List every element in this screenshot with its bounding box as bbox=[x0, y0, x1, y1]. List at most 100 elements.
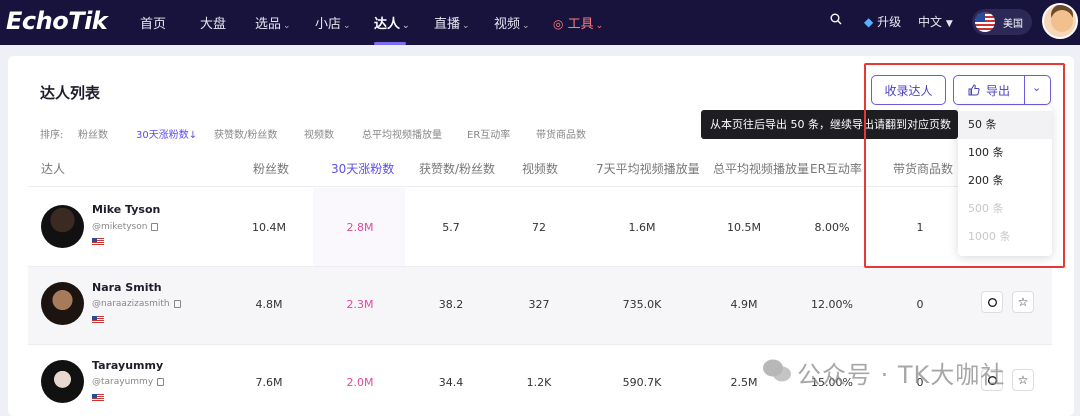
upgrade-label: 升级 bbox=[877, 15, 902, 29]
avatar bbox=[41, 360, 84, 403]
cell-followers: 4.8M bbox=[255, 298, 283, 311]
copy-icon[interactable] bbox=[151, 222, 159, 231]
creator-handle: @tarayummy bbox=[92, 377, 165, 387]
chevron-down-icon: ⌄ bbox=[402, 21, 410, 31]
region-label: 美国 bbox=[1003, 19, 1023, 30]
export-label: 导出 bbox=[986, 83, 1011, 98]
column-header-7d-avg-views[interactable]: 7天平均视频播放量 bbox=[596, 160, 700, 177]
creator-name[interactable]: Mike Tyson bbox=[92, 203, 160, 216]
export-option-200[interactable]: 200 条 bbox=[958, 167, 1052, 195]
creator-name[interactable]: Tarayummy bbox=[92, 359, 163, 372]
nav-item-label: 达人 bbox=[374, 17, 401, 32]
echotik-logo[interactable]: EchoTik bbox=[6, 7, 108, 35]
handle-text: @tarayummy bbox=[92, 377, 154, 387]
nav-item-tools[interactable]: ◎ 工具 ⌄ bbox=[553, 13, 603, 32]
export-count-menu: 50 条 100 条 200 条 500 条 1000 条 bbox=[958, 106, 1052, 256]
cell-er: 12.00% bbox=[811, 298, 853, 311]
search-creator-button[interactable] bbox=[981, 291, 1003, 313]
export-option-1000: 1000 条 bbox=[968, 230, 1011, 243]
cell-products: 1 bbox=[916, 221, 924, 234]
favorite-button[interactable]: ☆ bbox=[1012, 291, 1034, 313]
export-button[interactable]: 导出 ⌄ bbox=[953, 75, 1051, 105]
nav-item-shops[interactable]: 小店 ⌄ bbox=[315, 13, 351, 32]
collect-creator-button[interactable]: 收录达人 bbox=[871, 75, 946, 105]
nav-item-live[interactable]: 直播 ⌄ bbox=[434, 13, 470, 32]
nav-item-products[interactable]: 选品 ⌄ bbox=[255, 13, 291, 32]
handle-text: @naraazizasmith bbox=[92, 299, 170, 309]
creator-handle: @miketyson bbox=[92, 222, 159, 232]
language-select[interactable]: 中文 ▼ bbox=[918, 13, 953, 30]
user-avatar[interactable] bbox=[1042, 3, 1078, 39]
cell-avg-views: 2.5M bbox=[730, 376, 758, 389]
column-header-creator: 达人 bbox=[41, 162, 66, 176]
language-label: 中文 bbox=[918, 15, 943, 29]
export-tooltip: 从本页往后导出 50 条，继续导出请翻到对应页数 bbox=[701, 110, 964, 139]
column-header-videos[interactable]: 视频数 bbox=[522, 160, 558, 177]
sort-option-likes-ratio[interactable]: 获赞数/粉丝数 bbox=[214, 126, 277, 141]
column-header-likes-ratio[interactable]: 获赞数/粉丝数 bbox=[419, 160, 495, 177]
cell-7d-avg-views: 1.6M bbox=[628, 221, 656, 234]
cell-videos: 1.2K bbox=[526, 376, 552, 389]
cell-likes-ratio: 5.7 bbox=[442, 221, 460, 234]
chevron-down-icon: ⌄ bbox=[595, 21, 604, 31]
star-icon: ☆ bbox=[1017, 373, 1029, 387]
nav-item-home[interactable]: 首页 bbox=[140, 13, 166, 32]
nav-item-label: 小店 bbox=[315, 17, 342, 32]
copy-icon[interactable] bbox=[157, 377, 165, 386]
cell-30d-growth: 2.0M bbox=[346, 376, 374, 389]
sort-option-30d-growth[interactable]: 30天涨粉数↓ bbox=[136, 126, 197, 141]
region-select[interactable]: 美国 bbox=[972, 9, 1032, 35]
thumb-icon bbox=[968, 84, 980, 96]
column-header-30d-growth[interactable]: 30天涨粉数 bbox=[331, 160, 394, 177]
us-flag-icon bbox=[975, 12, 995, 32]
cell-7d-avg-views: 735.0K bbox=[622, 298, 662, 311]
nav-item-creators[interactable]: 达人 ⌄ bbox=[374, 13, 410, 32]
nav-item-label: 直播 bbox=[434, 17, 461, 32]
favorite-button[interactable]: ☆ bbox=[1012, 369, 1034, 391]
chevron-down-icon: ⌄ bbox=[283, 21, 291, 31]
nav-item-videos[interactable]: 视频 ⌄ bbox=[494, 13, 530, 32]
cell-videos: 327 bbox=[528, 298, 550, 311]
copy-icon[interactable] bbox=[173, 299, 181, 308]
nav-item-label: 选品 bbox=[255, 17, 282, 32]
tools-icon: ◎ bbox=[553, 17, 564, 31]
sort-option-videos[interactable]: 视频数 bbox=[304, 126, 334, 141]
export-option-50[interactable]: 50 条 bbox=[958, 111, 1052, 139]
us-flag-icon bbox=[92, 394, 104, 402]
sort-option-products[interactable]: 带货商品数 bbox=[536, 126, 586, 141]
sort-option-avg-views[interactable]: 总平均视频播放量 bbox=[362, 126, 442, 141]
search-icon bbox=[987, 297, 997, 307]
cell-followers: 10.4M bbox=[252, 221, 286, 234]
column-header-followers[interactable]: 粉丝数 bbox=[253, 160, 289, 177]
caret-down-icon: ▼ bbox=[945, 19, 953, 29]
chevron-down-icon: ⌄ bbox=[343, 21, 351, 31]
sort-option-er[interactable]: ER互动率 bbox=[467, 126, 510, 141]
nav-item-label: 大盘 bbox=[200, 17, 227, 32]
collect-creator-label: 收录达人 bbox=[884, 83, 933, 98]
export-option-100[interactable]: 100 条 bbox=[958, 139, 1052, 167]
cell-30d-growth: 2.8M bbox=[346, 221, 374, 234]
export-dropdown-toggle[interactable]: ⌄ bbox=[1032, 81, 1041, 94]
chevron-down-icon: ⌄ bbox=[462, 21, 470, 31]
sort-option-followers[interactable]: 粉丝数 bbox=[78, 126, 108, 141]
column-header-avg-views[interactable]: 总平均视频播放量 bbox=[713, 160, 809, 177]
column-header-products[interactable]: 带货商品数 bbox=[893, 160, 953, 177]
header-divider bbox=[28, 186, 1052, 187]
nav-item-market[interactable]: 大盘 bbox=[200, 13, 226, 32]
creator-name[interactable]: Nara Smith bbox=[92, 281, 162, 294]
nav-item-label: 工具 bbox=[567, 17, 594, 32]
watermark-text: 公众号 · TK大咖社 bbox=[797, 361, 1006, 389]
search-icon[interactable] bbox=[830, 13, 842, 28]
top-nav: EchoTik 首页 大盘 选品 ⌄ 小店 ⌄ 达人 ⌄ 直播 ⌄ 视频 ⌄ ◎ 工具 ⌄ … bbox=[0, 0, 1080, 45]
upgrade-button[interactable]: ◆ 升级 bbox=[864, 13, 901, 30]
cell-products: 0 bbox=[916, 298, 924, 311]
nav-item-label: 视频 bbox=[494, 17, 521, 32]
cell-videos: 72 bbox=[532, 221, 546, 234]
us-flag-icon bbox=[92, 238, 104, 246]
export-divider bbox=[1024, 76, 1025, 104]
column-header-er[interactable]: ER互动率 bbox=[810, 160, 862, 177]
star-icon: ☆ bbox=[1017, 295, 1029, 309]
arrow-down-icon: ↓ bbox=[188, 130, 198, 141]
creator-handle: @naraazizasmith bbox=[92, 299, 181, 309]
cell-avg-views: 4.9M bbox=[730, 298, 758, 311]
